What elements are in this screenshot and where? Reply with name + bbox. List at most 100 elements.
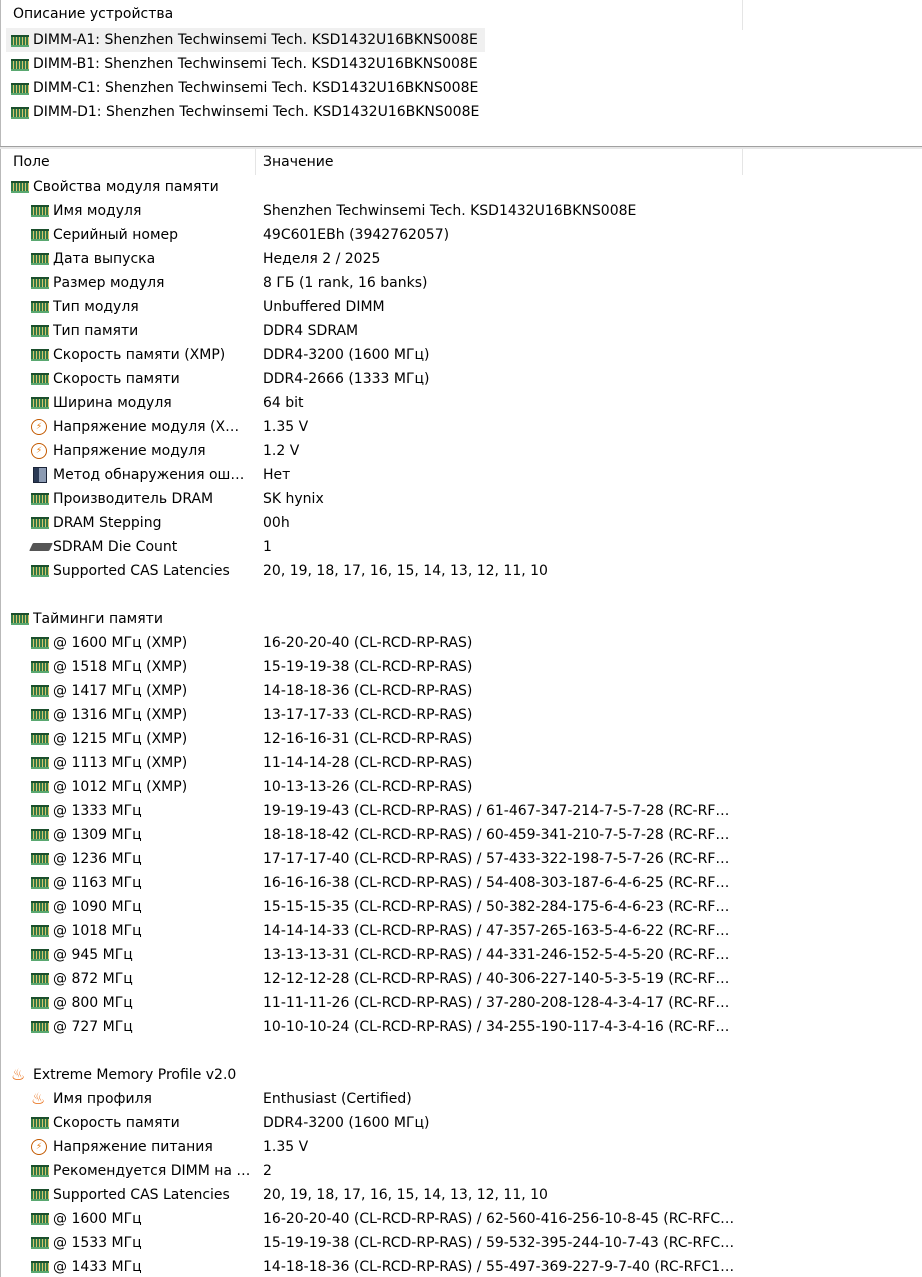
memory-module-icon (11, 181, 29, 193)
property-field: @ 1333 МГц (53, 803, 142, 819)
column-header-value-label: Значение (263, 154, 334, 170)
memory-module-icon (31, 493, 49, 505)
property-field: Supported CAS Latencies (53, 1187, 230, 1203)
property-row[interactable]: @ 1533 МГц 15-19-19-38 (CL-RCD-RP-RAS) / … (1, 1231, 922, 1255)
property-value: 11-11-11-26 (CL-RCD-RP-RAS) / 37-280-208… (263, 995, 736, 1011)
property-row[interactable]: @ 1215 МГц (XMP) 12-16-16-31 (CL-RCD-RP-R… (1, 727, 922, 751)
properties-list: Свойства модуля памяти Имя модуля Shenzhen… (1, 175, 922, 1277)
memory-module-icon (31, 325, 49, 337)
property-field: Тип памяти (53, 323, 139, 339)
memory-module-icon (11, 35, 29, 47)
property-row[interactable]: Тип модуля Unbuffered DIMM (1, 295, 922, 319)
property-field: Серийный номер (53, 227, 179, 243)
property-field: @ 1417 МГц (XMP) (53, 683, 188, 699)
property-value: Unbuffered DIMM (263, 299, 385, 315)
memory-module-icon (31, 733, 49, 745)
property-row[interactable]: @ 727 МГц 10-10-10-24 (CL-RCD-RP-RAS) / 3… (1, 1015, 922, 1039)
memory-module-icon (31, 373, 49, 385)
memory-module-icon (31, 1213, 49, 1225)
property-row[interactable]: Тип памяти DDR4 SDRAM (1, 319, 922, 343)
property-row[interactable]: ⚡ Напряжение модуля 1.2 V (1, 439, 922, 463)
property-row[interactable]: @ 872 МГц 12-12-12-28 (CL-RCD-RP-RAS) / 4… (1, 967, 922, 991)
property-row[interactable]: @ 1600 МГц 16-20-20-40 (CL-RCD-RP-RAS) / … (1, 1207, 922, 1231)
property-row[interactable]: @ 1333 МГц 19-19-19-43 (CL-RCD-RP-RAS) / … (1, 799, 922, 823)
device-list-item[interactable]: DIMM-A1: Shenzhen Techwinsemi Tech. KSD1… (6, 28, 486, 52)
property-field: @ 1090 МГц (53, 899, 142, 915)
memory-module-icon (31, 229, 49, 241)
property-row[interactable]: Имя модуля Shenzhen Techwinsemi Tech. KSD… (1, 199, 922, 223)
memory-module-icon (11, 613, 29, 625)
property-field: Ширина модуля (53, 395, 172, 411)
memory-module-icon (31, 901, 49, 913)
property-value: 15-19-19-38 (CL-RCD-RP-RAS) (263, 659, 473, 675)
property-row[interactable]: Метод обнаружения ошиб... Нет (1, 463, 922, 487)
group-row[interactable]: ♨ Extreme Memory Profile v2.0 (1, 1063, 922, 1087)
property-row[interactable]: @ 945 МГц 13-13-13-31 (CL-RCD-RP-RAS) / 4… (1, 943, 922, 967)
property-row[interactable]: Серийный номер 49C601EBh (3942762057) (1, 223, 922, 247)
column-header-value[interactable]: Значение (256, 149, 743, 175)
property-row[interactable]: @ 1417 МГц (XMP) 14-18-18-36 (CL-RCD-RP-R… (1, 679, 922, 703)
property-row[interactable]: @ 1518 МГц (XMP) 15-19-19-38 (CL-RCD-RP-R… (1, 655, 922, 679)
property-row[interactable]: @ 1236 МГц 17-17-17-40 (CL-RCD-RP-RAS) / … (1, 847, 922, 871)
property-field: Тип модуля (53, 299, 139, 315)
property-value: 16-20-20-40 (CL-RCD-RP-RAS) / 62-560-416… (263, 1211, 736, 1227)
column-header-field[interactable]: Поле (6, 149, 256, 175)
property-row[interactable]: ♨ Имя профиля Enthusiast (Certified) (1, 1087, 922, 1111)
property-field: Рекомендуется DIMM на ка... (53, 1163, 251, 1179)
property-value: DDR4-2666 (1333 МГц) (263, 371, 430, 387)
property-row[interactable]: Supported CAS Latencies 20, 19, 18, 17, 1… (1, 1183, 922, 1207)
property-row[interactable]: Ширина модуля 64 bit (1, 391, 922, 415)
property-row[interactable]: @ 1018 МГц 14-14-14-33 (CL-RCD-RP-RAS) / … (1, 919, 922, 943)
group-row[interactable]: Свойства модуля памяти (1, 175, 922, 199)
memory-module-icon (31, 709, 49, 721)
device-list-item[interactable]: DIMM-C1: Shenzhen Techwinsemi Tech. KSD1… (6, 76, 485, 100)
property-row[interactable]: @ 1433 МГц 14-18-18-36 (CL-RCD-RP-RAS) / … (1, 1255, 922, 1277)
property-row[interactable]: @ 1163 МГц 16-16-16-38 (CL-RCD-RP-RAS) / … (1, 871, 922, 895)
spacer-row (1, 583, 922, 607)
property-row[interactable]: @ 1012 МГц (XMP) 10-13-13-26 (CL-RCD-RP-R… (1, 775, 922, 799)
memory-module-icon (31, 781, 49, 793)
property-field: Скорость памяти (53, 371, 180, 387)
property-field: Метод обнаружения ошиб... (53, 467, 251, 483)
spacer-row (1, 1039, 922, 1063)
property-value: 1.35 V (263, 1139, 309, 1155)
property-row[interactable]: Supported CAS Latencies 20, 19, 18, 17, 1… (1, 559, 922, 583)
property-field: @ 1518 МГц (XMP) (53, 659, 188, 675)
memory-module-icon (31, 349, 49, 361)
property-row[interactable]: ⚡ Напряжение питания 1.35 V (1, 1135, 922, 1159)
property-row[interactable]: Рекомендуется DIMM на ка... 2 (1, 1159, 922, 1183)
property-row[interactable]: @ 800 МГц 11-11-11-26 (CL-RCD-RP-RAS) / 3… (1, 991, 922, 1015)
property-row[interactable]: @ 1090 МГц 15-15-15-35 (CL-RCD-RP-RAS) / … (1, 895, 922, 919)
property-row[interactable]: DRAM Stepping 00h (1, 511, 922, 535)
property-row[interactable]: @ 1600 МГц (XMP) 16-20-20-40 (CL-RCD-RP-R… (1, 631, 922, 655)
property-field: Скорость памяти (53, 1115, 180, 1131)
property-row[interactable]: Производитель DRAM SK hynix (1, 487, 922, 511)
memory-module-icon (31, 877, 49, 889)
property-row[interactable]: Размер модуля 8 ГБ (1 rank, 16 banks) (1, 271, 922, 295)
property-row[interactable]: SDRAM Die Count 1 (1, 535, 922, 559)
property-value: 14-14-14-33 (CL-RCD-RP-RAS) / 47-357-265… (263, 923, 736, 939)
property-row[interactable]: Скорость памяти DDR4-2666 (1333 МГц) (1, 367, 922, 391)
property-row[interactable]: Скорость памяти DDR4-3200 (1600 МГц) (1, 1111, 922, 1135)
property-row[interactable]: ⚡ Напряжение модуля (XMP) 1.35 V (1, 415, 922, 439)
property-value: DDR4-3200 (1600 МГц) (263, 1115, 430, 1131)
device-description-header[interactable]: Описание устройства (6, 0, 743, 30)
property-value: 49C601EBh (3942762057) (263, 227, 450, 243)
property-row[interactable]: @ 1316 МГц (XMP) 13-17-17-33 (CL-RCD-RP-R… (1, 703, 922, 727)
property-row[interactable]: @ 1113 МГц (XMP) 11-14-14-28 (CL-RCD-RP-R… (1, 751, 922, 775)
device-list-item[interactable]: DIMM-D1: Shenzhen Techwinsemi Tech. KSD1… (6, 100, 485, 124)
xmp-flame-icon: ♨ (11, 1065, 26, 1084)
memory-module-icon (31, 805, 49, 817)
property-value: 12-12-12-28 (CL-RCD-RP-RAS) / 40-306-227… (263, 971, 736, 987)
property-value: SK hynix (263, 491, 324, 507)
property-row[interactable]: @ 1309 МГц 18-18-18-42 (CL-RCD-RP-RAS) / … (1, 823, 922, 847)
property-row[interactable]: Дата выпуска Неделя 2 / 2025 (1, 247, 922, 271)
property-value: 12-16-16-31 (CL-RCD-RP-RAS) (263, 731, 473, 747)
memory-module-icon (31, 757, 49, 769)
group-row[interactable]: Тайминги памяти (1, 607, 922, 631)
property-row[interactable]: Скорость памяти (XMP) DDR4-3200 (1600 МГц… (1, 343, 922, 367)
property-value: 10-10-10-24 (CL-RCD-RP-RAS) / 34-255-190… (263, 1019, 736, 1035)
device-list-item[interactable]: DIMM-B1: Shenzhen Techwinsemi Tech. KSD1… (6, 52, 485, 76)
memory-module-icon (31, 1261, 49, 1273)
property-field: @ 1309 МГц (53, 827, 142, 843)
